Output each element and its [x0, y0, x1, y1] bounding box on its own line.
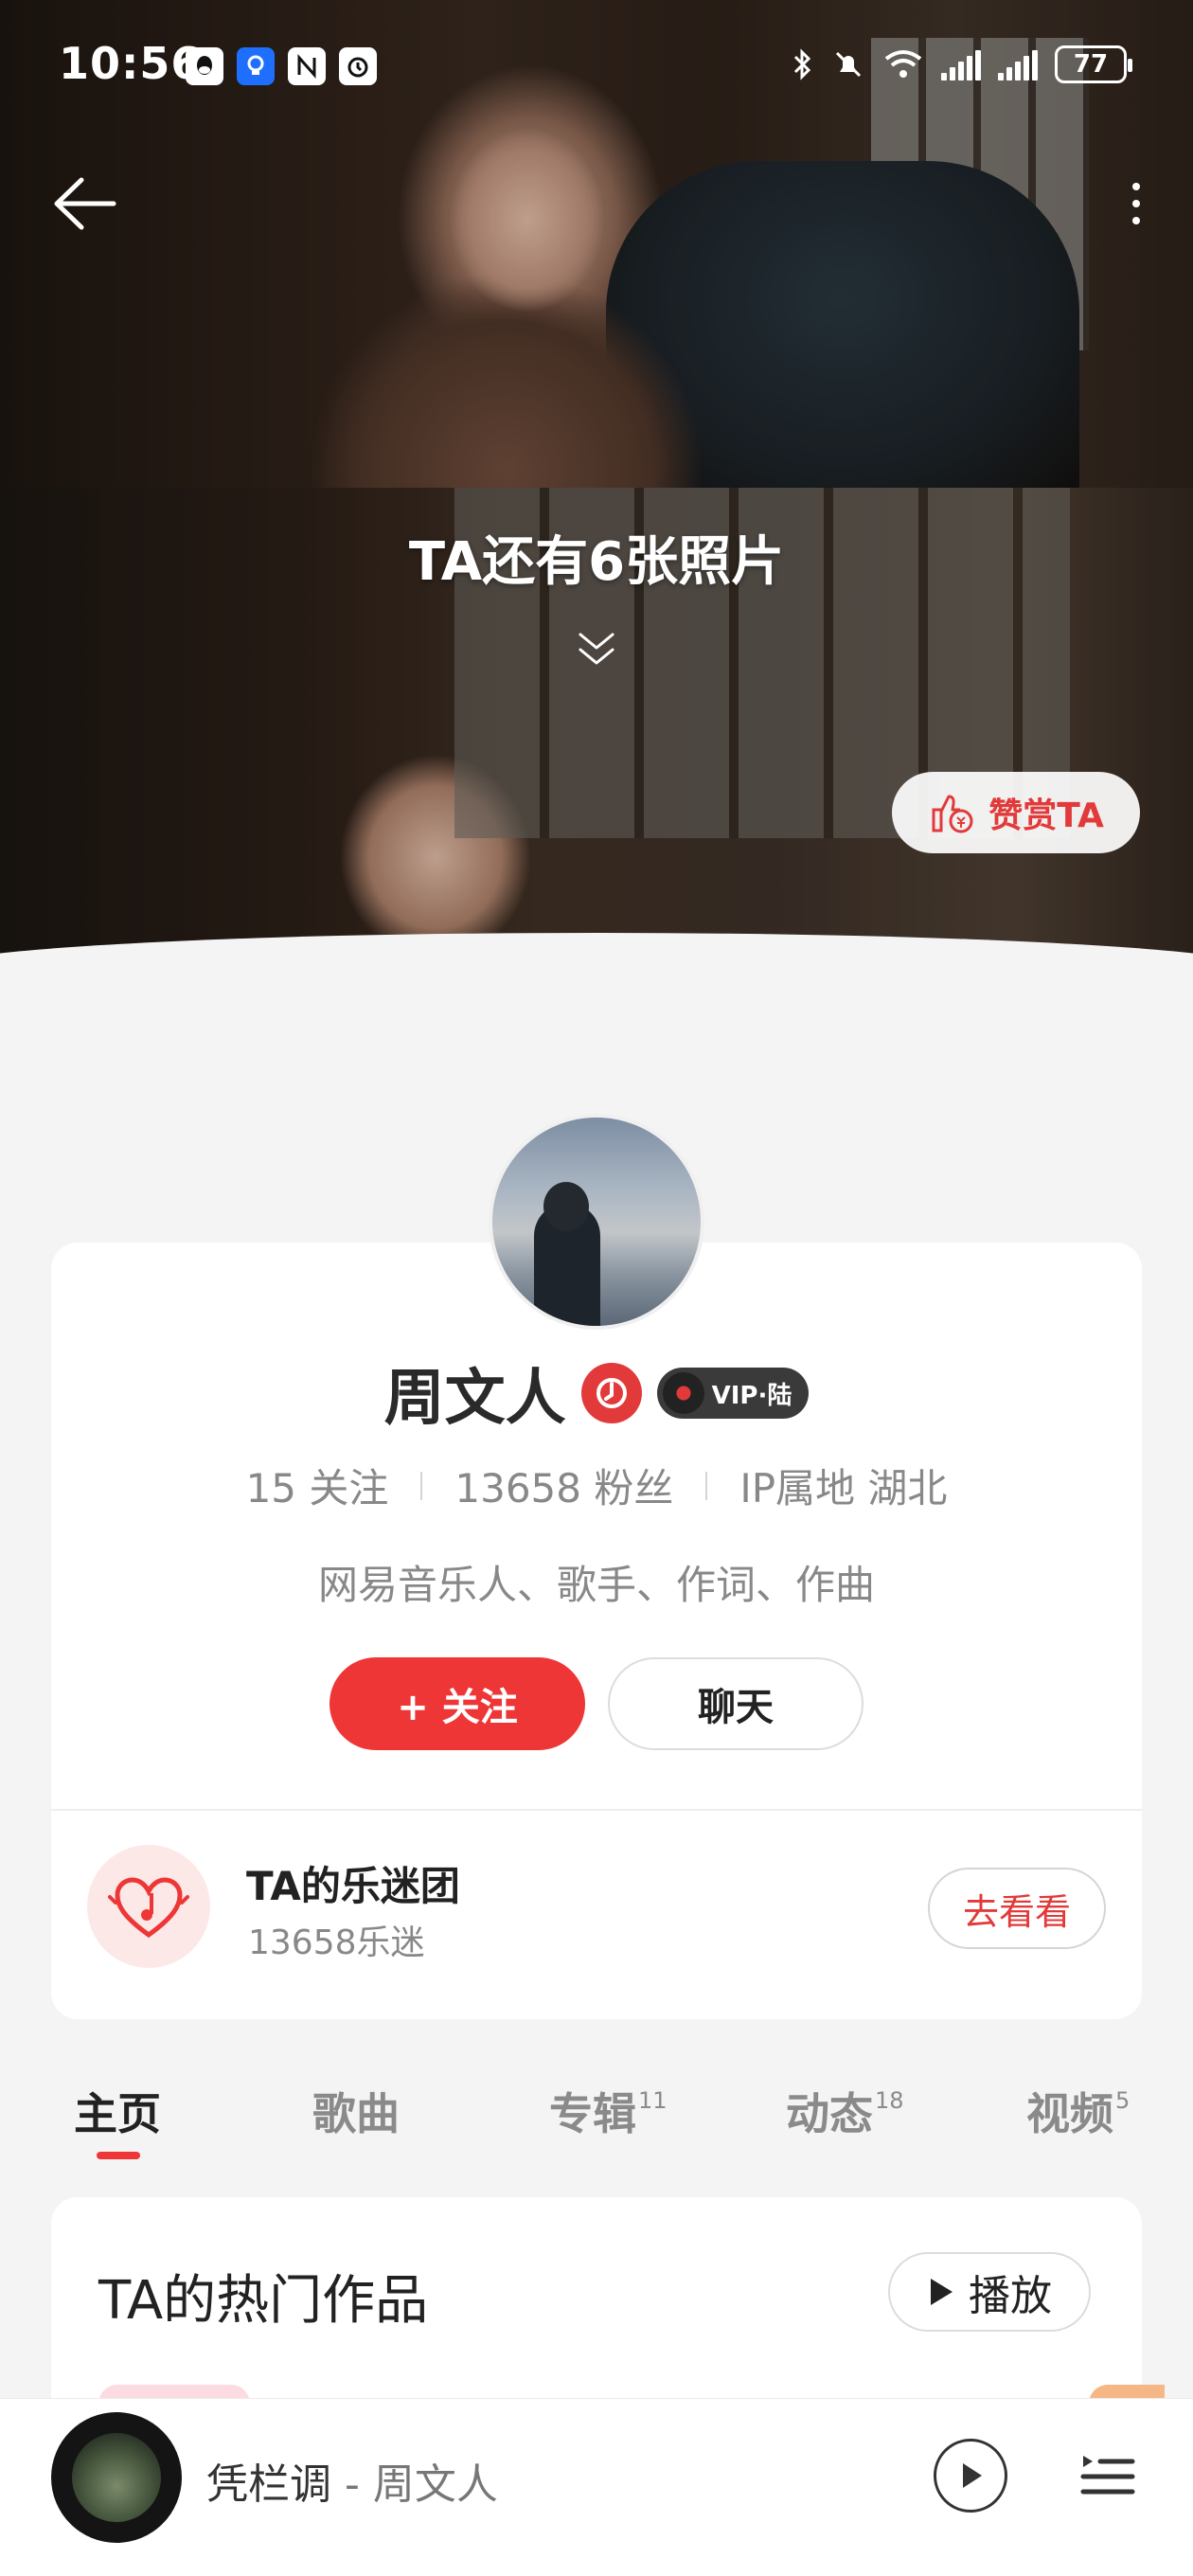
tab-label: 歌曲 — [312, 2088, 400, 2139]
verified-musician-icon[interactable] — [580, 1363, 642, 1423]
status-system-icons: 77 — [792, 45, 1132, 83]
tab-home[interactable]: 主页 — [74, 2080, 161, 2142]
hot-works-title: TA的热门作品 — [98, 2270, 429, 2332]
tab-albums[interactable]: 专辑11 — [549, 2080, 668, 2142]
lightbulb-icon — [237, 47, 275, 85]
status-notification-icons — [186, 47, 377, 85]
followers-count[interactable]: 13658 粉丝 — [454, 1457, 673, 1514]
fan-club-icon[interactable] — [87, 1845, 210, 1968]
reward-button[interactable]: 赞赏TA — [892, 772, 1140, 853]
nfc-icon — [288, 47, 326, 85]
playlist-icon — [1080, 2456, 1135, 2495]
tab-label: 视频 — [1026, 2088, 1113, 2139]
vip-label: VIP·陆 — [711, 1381, 792, 1410]
more-photos-label[interactable]: TA还有6张照片 — [0, 519, 1193, 596]
tab-badge: 5 — [1115, 2086, 1131, 2114]
tab-label: 主页 — [74, 2088, 161, 2139]
vinyl-icon — [662, 1372, 704, 1414]
stats-row: 15 关注 13658 粉丝 IP属地 湖北 — [0, 1457, 1193, 1514]
play-icon — [931, 2279, 953, 2305]
fan-club-title[interactable]: TA的乐迷团 — [246, 1854, 460, 1912]
artist-name: 周文人 — [383, 1364, 566, 1434]
fan-club-go-button[interactable]: 去看看 — [928, 1868, 1106, 1949]
wifi-icon — [884, 50, 922, 78]
tab-videos[interactable]: 视频5 — [1026, 2080, 1130, 2142]
divider — [420, 1471, 423, 1500]
tab-badge: 11 — [638, 2086, 668, 2114]
tab-badge: 18 — [875, 2086, 904, 2114]
status-bar: 10:56 77 — [0, 0, 1193, 133]
signal-icon-2 — [998, 48, 1038, 80]
vip-badge[interactable]: VIP·陆 — [656, 1368, 810, 1419]
more-dot — [1132, 183, 1140, 190]
double-chevron-down-icon[interactable] — [573, 625, 620, 672]
tab-songs[interactable]: 歌曲 — [312, 2080, 400, 2142]
qq-icon — [186, 47, 223, 85]
profile-tabs: 主页 歌曲 专辑11 动态18 视频5 — [0, 2080, 1193, 2165]
back-button[interactable] — [49, 170, 125, 237]
tab-label: 动态 — [786, 2088, 873, 2139]
play-icon — [963, 2463, 982, 2488]
play-all-button[interactable]: 播放 — [888, 2252, 1091, 2332]
now-playing-text[interactable]: 凭栏调 - 周文人 — [206, 2450, 498, 2511]
more-dot — [1132, 200, 1140, 207]
album-disc[interactable] — [51, 2412, 182, 2543]
thumbs-up-coin-icon — [932, 795, 973, 833]
signal-icon — [941, 48, 981, 80]
tab-moments[interactable]: 动态18 — [786, 2080, 904, 2142]
name-row: 周文人 VIP·陆 — [0, 1350, 1193, 1437]
alarm-icon — [339, 47, 377, 85]
mute-bell-icon — [835, 51, 862, 78]
avatar-silhouette — [534, 1182, 600, 1326]
mini-player[interactable]: 凭栏调 - 周文人 — [0, 2398, 1193, 2576]
album-art — [72, 2433, 161, 2522]
ip-location: IP属地 湖北 — [739, 1465, 948, 1512]
avatar[interactable] — [489, 1114, 704, 1330]
status-time: 10:56 — [59, 38, 203, 89]
more-dot — [1132, 217, 1140, 224]
song-title: 凭栏调 — [206, 2460, 331, 2509]
tab-label: 专辑 — [549, 2088, 636, 2139]
battery-icon: 77 — [1055, 45, 1132, 83]
chat-button[interactable]: 聊天 — [608, 1657, 864, 1750]
song-artist: 周文人 — [372, 2460, 498, 2509]
divider — [705, 1471, 708, 1500]
fan-club-count: 13658乐迷 — [248, 1923, 425, 1962]
card-divider — [51, 1809, 1142, 1811]
arrow-left-icon — [54, 177, 116, 230]
song-separator: - — [331, 2460, 373, 2509]
following-count[interactable]: 15 关注 — [246, 1457, 389, 1514]
play-all-label: 播放 — [969, 2272, 1052, 2320]
profile-bio: 网易音乐人、歌手、作词、作曲 — [317, 1562, 875, 1608]
bluetooth-icon — [793, 48, 811, 80]
player-play-button[interactable] — [934, 2439, 1007, 2513]
more-button[interactable] — [1117, 170, 1155, 237]
reward-label: 赞赏TA — [988, 796, 1104, 835]
follow-button[interactable]: + 关注 — [329, 1657, 585, 1750]
playlist-button[interactable] — [1079, 2446, 1136, 2507]
active-tab-indicator — [97, 2152, 140, 2159]
